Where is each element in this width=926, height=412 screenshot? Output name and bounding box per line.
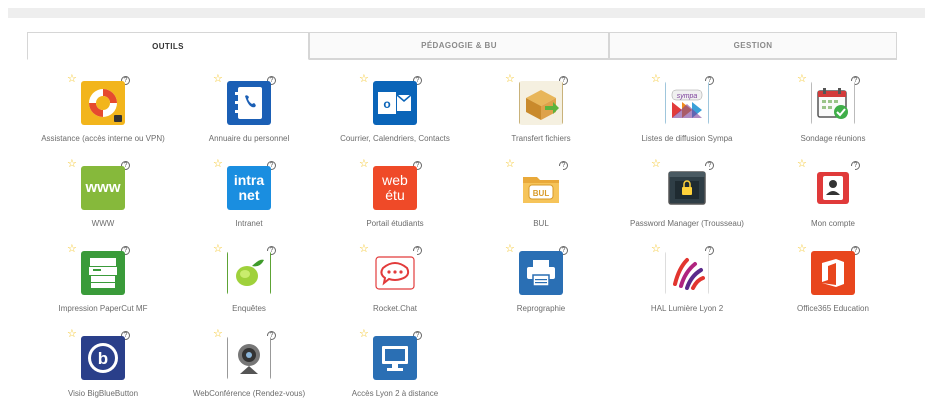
- www-icon[interactable]: www: [81, 166, 125, 210]
- web-etu-icon-text: web étu: [382, 172, 408, 203]
- app-label[interactable]: Accès Lyon 2 à distance: [302, 389, 488, 398]
- app-tile[interactable]: ☆? Rocket.Chat: [322, 242, 468, 327]
- favorite-star-icon[interactable]: ☆: [67, 329, 77, 340]
- lime-survey-icon[interactable]: [227, 251, 271, 295]
- sympa-icon[interactable]: sympa: [665, 81, 709, 125]
- tab-pedagogie-bu[interactable]: PÉDAGOGIE & BU: [309, 32, 609, 59]
- app-tile[interactable]: ☆? Assistance (accès interne ou VPN): [30, 72, 176, 157]
- app-tile[interactable]: ☆? Accès Lyon 2 à distance: [322, 327, 468, 412]
- app-tile[interactable]: ☆? intra net Intranet: [176, 157, 322, 242]
- tab-gestion[interactable]: GESTION: [609, 32, 897, 59]
- app-label[interactable]: Sondage réunions: [740, 134, 926, 143]
- app-tile[interactable]: ☆? Impression PaperCut MF: [30, 242, 176, 327]
- favorite-star-icon[interactable]: ☆: [505, 244, 515, 255]
- favorite-star-icon[interactable]: ☆: [505, 74, 515, 85]
- favorite-star-icon[interactable]: ☆: [359, 159, 369, 170]
- app-tile[interactable]: ☆? o Courrier, Calendriers, Contacts: [322, 72, 468, 157]
- app-tile[interactable]: ☆? sympa Listes de diffusion Sympa: [614, 72, 760, 157]
- app-tile[interactable]: ☆? www WWW: [30, 157, 176, 242]
- remote-desktop-icon[interactable]: [373, 336, 417, 380]
- favorite-star-icon[interactable]: ☆: [67, 74, 77, 85]
- favorite-star-icon[interactable]: ☆: [359, 74, 369, 85]
- app-label[interactable]: Mon compte: [740, 219, 926, 228]
- favorite-star-icon[interactable]: ☆: [213, 329, 223, 340]
- favorite-star-icon[interactable]: ☆: [359, 244, 369, 255]
- app-tile[interactable]: ☆? web étu Portail étudiants: [322, 157, 468, 242]
- favorite-star-icon[interactable]: ☆: [213, 159, 223, 170]
- account-icon[interactable]: [811, 166, 855, 210]
- app-tile[interactable]: ☆? b Visio BigBlueButton: [30, 327, 176, 412]
- app-tile[interactable]: ☆? Annuaire du personnel: [176, 72, 322, 157]
- app-tile[interactable]: ☆? Office365 Education: [760, 242, 906, 327]
- favorite-star-icon[interactable]: ☆: [651, 159, 661, 170]
- app-tile[interactable]: ☆? Transfert fichiers: [468, 72, 614, 157]
- tab-outils[interactable]: OUTILS: [27, 32, 309, 60]
- app-tile[interactable]: ☆? Sondage réunions: [760, 72, 906, 157]
- favorite-star-icon[interactable]: ☆: [213, 244, 223, 255]
- top-bar: [8, 8, 925, 18]
- app-label[interactable]: Office365 Education: [740, 304, 926, 313]
- favorite-star-icon[interactable]: ☆: [505, 159, 515, 170]
- favorite-star-icon[interactable]: ☆: [797, 159, 807, 170]
- calendar-poll-icon[interactable]: [811, 81, 855, 125]
- app-tile[interactable]: ☆? BUL BUL: [468, 157, 614, 242]
- printer-icon[interactable]: [519, 251, 563, 295]
- svg-text:o: o: [383, 97, 390, 111]
- favorite-star-icon[interactable]: ☆: [651, 74, 661, 85]
- app-tile[interactable]: ☆? Enquêtes: [176, 242, 322, 327]
- app-tile[interactable]: ☆? Reprographie: [468, 242, 614, 327]
- bul-folder-icon[interactable]: BUL: [519, 166, 563, 210]
- app-tile[interactable]: ☆? HAL Lumière Lyon 2: [614, 242, 760, 327]
- password-manager-icon[interactable]: [665, 166, 709, 210]
- file-transfer-icon[interactable]: [519, 81, 563, 125]
- favorite-star-icon[interactable]: ☆: [213, 74, 223, 85]
- favorite-star-icon[interactable]: ☆: [359, 329, 369, 340]
- tab-divider: [309, 59, 897, 60]
- svg-text:b: b: [98, 349, 108, 368]
- svg-text:BUL: BUL: [533, 189, 550, 198]
- office365-icon[interactable]: [811, 251, 855, 295]
- favorite-star-icon[interactable]: ☆: [651, 244, 661, 255]
- bigbluebutton-icon[interactable]: b: [81, 336, 125, 380]
- webcam-icon[interactable]: [227, 336, 271, 380]
- app-tile[interactable]: ☆? Password Manager (Trousseau): [614, 157, 760, 242]
- intranet-icon[interactable]: intra net: [227, 166, 271, 210]
- outlook-icon[interactable]: o: [373, 81, 417, 125]
- svg-text:sympa: sympa: [677, 93, 698, 100]
- web-etu-icon[interactable]: web étu: [373, 166, 417, 210]
- favorite-star-icon[interactable]: ☆: [797, 74, 807, 85]
- favorite-star-icon[interactable]: ☆: [67, 244, 77, 255]
- hal-icon[interactable]: [665, 251, 709, 295]
- rocket-chat-icon[interactable]: [373, 251, 417, 295]
- category-tabs: OUTILS PÉDAGOGIE & BU GESTION: [27, 32, 897, 60]
- app-tile[interactable]: ☆? Mon compte: [760, 157, 906, 242]
- favorite-star-icon[interactable]: ☆: [797, 244, 807, 255]
- printer-copier-icon[interactable]: [81, 251, 125, 295]
- intranet-icon-text: intra net: [233, 172, 265, 203]
- favorite-star-icon[interactable]: ☆: [67, 159, 77, 170]
- app-tile[interactable]: ☆? WebConférence (Rendez-vous): [176, 327, 322, 412]
- lifebuoy-icon[interactable]: [81, 81, 125, 125]
- phonebook-icon[interactable]: [227, 81, 271, 125]
- app-grid: ☆? Assistance (accès interne ou VPN) ☆? A…: [30, 72, 910, 402]
- www-icon-text: www: [85, 179, 121, 197]
